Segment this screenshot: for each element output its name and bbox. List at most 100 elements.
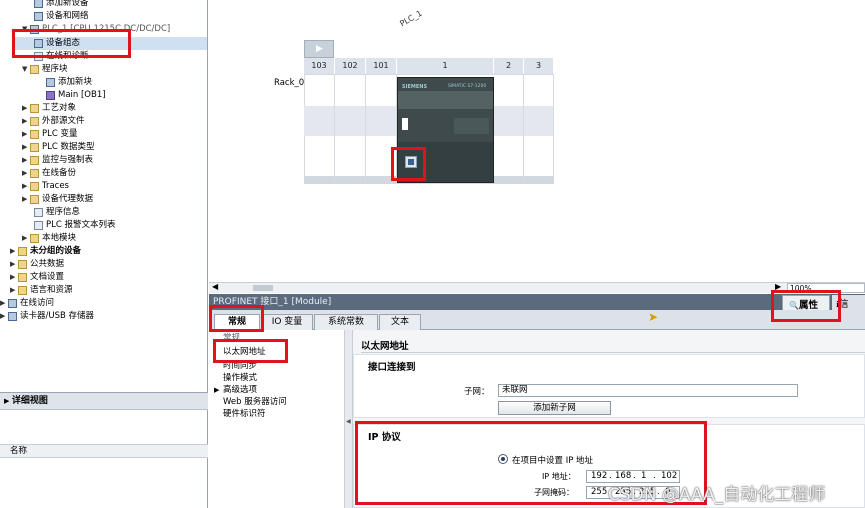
folder-icon xyxy=(18,286,27,295)
cpu-brand: SIEMENS xyxy=(402,84,428,90)
section-title-ethernet: 以太网地址 xyxy=(361,341,409,352)
tree-item-devices-networks[interactable]: 设备和网络 xyxy=(34,10,89,23)
tree-item-add-block[interactable]: 添加新块 xyxy=(46,76,92,89)
collapse-arrow-icon[interactable]: ▼ xyxy=(22,63,30,76)
tree-item-add-device[interactable]: 添加新设备 xyxy=(34,0,89,10)
alarm-text-icon xyxy=(34,221,43,230)
expand-arrow-icon[interactable]: ▶ xyxy=(22,154,30,167)
highlight-profinet-port xyxy=(391,147,426,181)
tab-io-tags[interactable]: IO 变量 xyxy=(261,314,313,330)
expand-arrow-icon[interactable]: ▶ xyxy=(22,141,30,154)
tree-item-ungrouped-devices[interactable]: ▶ 未分组的设备 xyxy=(10,245,81,258)
folder-icon xyxy=(18,260,27,269)
add-subnet-button[interactable]: 添加新子网 xyxy=(498,401,611,415)
details-view-body xyxy=(0,410,208,508)
tree-item-common-data[interactable]: ▶ 公共数据 xyxy=(10,258,64,271)
folder-icon xyxy=(30,65,39,74)
tree-item-program-info[interactable]: 程序信息 xyxy=(34,206,80,219)
mouse-cursor-icon: ➤ xyxy=(648,310,659,324)
slot-3[interactable] xyxy=(524,74,554,184)
nav-hardware-identifier[interactable]: 硬件标识符 xyxy=(223,408,266,420)
add-block-icon xyxy=(46,78,55,87)
block-icon xyxy=(46,91,55,100)
tree-item-plc-data-types[interactable]: ▶ PLC 数据类型 xyxy=(22,141,95,154)
program-info-icon xyxy=(34,208,43,217)
slot-header-101: 101 xyxy=(366,58,397,74)
expand-arrow-icon[interactable]: ▶ xyxy=(22,102,30,115)
expand-arrow-icon[interactable]: ▶ xyxy=(0,297,8,310)
expand-arrow-icon[interactable]: ▶ xyxy=(214,384,219,396)
device-view-scrollbar[interactable]: ◀ ▶ 100% xyxy=(209,282,865,293)
tree-item-card-reader[interactable]: ▶ 读卡器/USB 存储器 xyxy=(0,310,94,323)
tab-system-constants[interactable]: 系统常数 xyxy=(314,314,378,330)
expand-arrow-icon[interactable]: ▶ xyxy=(22,167,30,180)
nav-web-server-access[interactable]: Web 服务器访问 xyxy=(223,396,287,408)
folder-icon xyxy=(30,169,39,178)
tree-item-local-modules[interactable]: ▶ 本地模块 xyxy=(22,232,76,245)
slot-103[interactable] xyxy=(304,74,335,184)
tree-item-traces[interactable]: ▶ Traces xyxy=(22,180,69,193)
details-view-title: 详细视图 xyxy=(11,396,48,406)
watermark: CSDN @AAA_自动化工程师 xyxy=(608,485,826,505)
slot-header-102: 102 xyxy=(335,58,366,74)
tree-item-languages-resources[interactable]: ▶ 语言和资源 xyxy=(10,284,73,297)
cpu-status-leds xyxy=(402,118,408,130)
nav-advanced-options[interactable]: ▶ 高级选项 xyxy=(214,384,257,396)
online-access-icon xyxy=(8,299,17,308)
tree-item-alarm-texts[interactable]: PLC 报警文本列表 xyxy=(34,219,116,232)
slot-header-2: 2 xyxy=(494,58,524,74)
tab-texts[interactable]: 文本 xyxy=(379,314,421,330)
folder-icon xyxy=(30,195,39,204)
inspector-splitter[interactable]: ◀ xyxy=(345,330,353,508)
folder-icon xyxy=(30,156,39,165)
expand-arrow-icon[interactable]: ▶ xyxy=(10,245,18,258)
folder-icon xyxy=(30,117,39,126)
expand-arrow-icon[interactable]: ▶ xyxy=(22,128,30,141)
highlight-properties-tab xyxy=(771,290,841,322)
usb-icon xyxy=(8,312,17,321)
scroll-thumb[interactable] xyxy=(253,285,273,291)
tree-item-device-proxy[interactable]: ▶ 设备代理数据 xyxy=(22,193,93,206)
expand-arrow-icon[interactable]: ▶ xyxy=(22,232,30,245)
tree-item-online-access[interactable]: ▶ 在线访问 xyxy=(0,297,54,310)
expand-arrow-icon[interactable]: ▶ xyxy=(0,310,8,323)
tree-item-external-sources[interactable]: ▶ 外部源文件 xyxy=(22,115,85,128)
plc-name-label: PLC_1 xyxy=(398,8,424,29)
tree-item-program-blocks[interactable]: ▼ 程序块 xyxy=(22,63,68,76)
expand-arrow-icon[interactable]: ▶ xyxy=(22,115,30,128)
folder-icon xyxy=(30,143,39,152)
slot-header-3: 3 xyxy=(524,58,554,74)
scroll-left-icon[interactable]: ◀ xyxy=(212,282,218,291)
rack-expand-button[interactable]: ▶ xyxy=(304,40,334,58)
tree-item-online-backups[interactable]: ▶ 在线备份 xyxy=(22,167,76,180)
expand-arrow-icon[interactable]: ▶ xyxy=(10,284,18,297)
expand-arrow-icon[interactable]: ▶ xyxy=(4,397,12,405)
tree-item-technology-objects[interactable]: ▶ 工艺对象 xyxy=(22,102,76,115)
splitter-arrow-icon: ◀ xyxy=(346,418,351,425)
tree-item-watch-tables[interactable]: ▶ 监控与强制表 xyxy=(22,154,93,167)
play-arrow-icon: ▶ xyxy=(316,44,323,54)
inspector-tabs: 常规 IO 变量 系统常数 文本 xyxy=(209,310,865,331)
tree-item-plc-tags[interactable]: ▶ PLC 变量 xyxy=(22,128,78,141)
section-divider xyxy=(361,352,865,353)
expand-arrow-icon[interactable]: ▶ xyxy=(22,193,30,206)
folder-icon xyxy=(30,234,39,243)
add-device-icon xyxy=(34,0,43,8)
project-tree: 添加新设备 设备和网络 ▼ PLC_1 [CPU 1215C DC/DC/DC] … xyxy=(0,0,208,392)
cpu-io-leds xyxy=(454,118,489,134)
nav-operating-mode[interactable]: 操作模式 xyxy=(223,372,257,384)
expand-arrow-icon[interactable]: ▶ xyxy=(22,180,30,193)
interface-panel: 接口连接到 子网： 未联网 添加新子网 xyxy=(353,354,865,418)
slot-102[interactable] xyxy=(335,74,366,184)
tree-item-main-ob1[interactable]: Main [OB1] xyxy=(46,89,106,102)
subnet-label: 子网： xyxy=(464,387,490,397)
slot-2[interactable] xyxy=(494,74,524,184)
network-icon xyxy=(34,12,43,21)
expand-arrow-icon[interactable]: ▶ xyxy=(10,258,18,271)
details-column-name[interactable]: 名称 xyxy=(0,444,208,458)
tree-item-document-settings[interactable]: ▶ 文档设置 xyxy=(10,271,64,284)
expand-arrow-icon[interactable]: ▶ xyxy=(10,271,18,284)
details-view-header[interactable]: ▶ 详细视图 xyxy=(0,392,208,410)
subnet-select[interactable]: 未联网 xyxy=(498,384,798,397)
rack-label: Rack_0 xyxy=(274,78,305,88)
